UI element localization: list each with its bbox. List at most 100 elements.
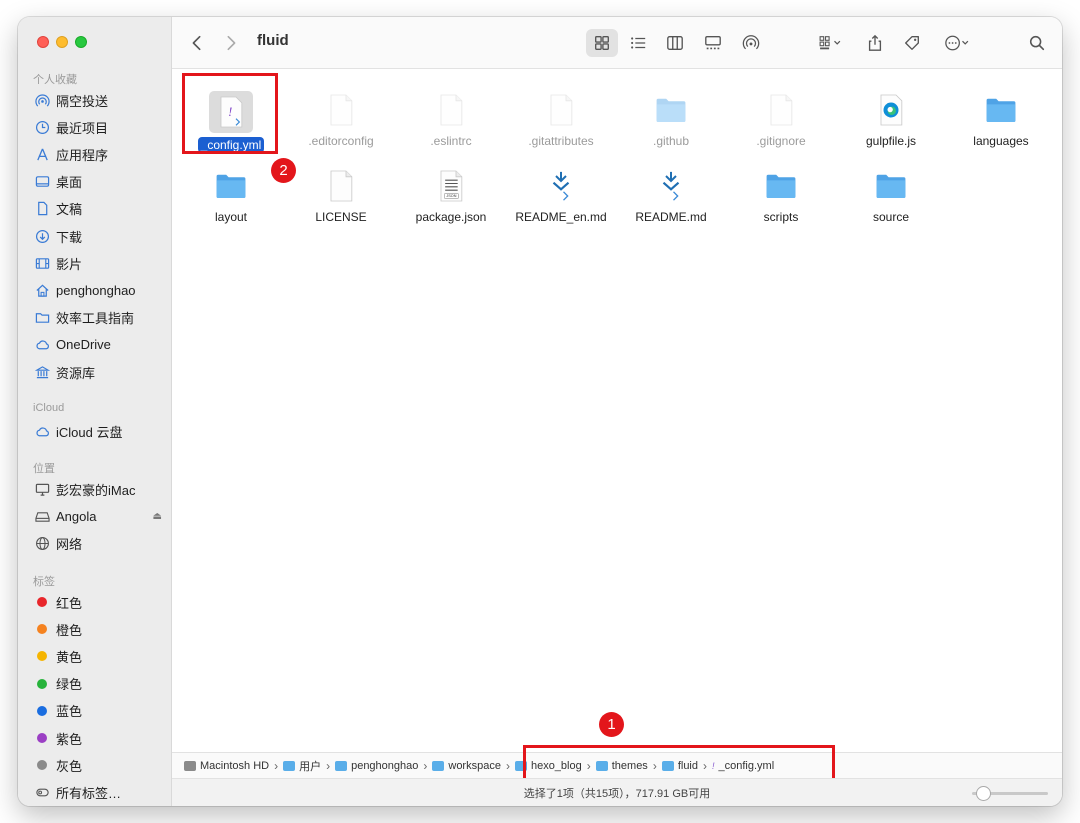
- folder-icon: [983, 91, 1019, 129]
- window-title: fluid: [257, 32, 289, 49]
- sidebar-item-tags-1[interactable]: 橙色: [34, 618, 164, 640]
- file-item[interactable]: layout: [176, 167, 286, 225]
- file-name: .gitattributes: [528, 134, 594, 148]
- file-item[interactable]: source: [836, 167, 946, 225]
- sidebar-item-tags-3[interactable]: 绿色: [34, 673, 164, 695]
- sidebar-item-favorites-3[interactable]: 桌面: [34, 171, 164, 193]
- path-crumb[interactable]: Macintosh HD: [184, 760, 269, 772]
- json-file-icon: JSON: [433, 167, 469, 205]
- sidebar-item-label: 红色: [56, 595, 83, 611]
- sidebar-item-tags-0[interactable]: 红色: [34, 591, 164, 613]
- file-item[interactable]: LICENSE: [286, 167, 396, 225]
- sidebar-item-locations-0[interactable]: 彭宏豪的iMac: [34, 478, 164, 500]
- back-button[interactable]: [186, 29, 208, 57]
- slider-knob[interactable]: [976, 786, 991, 801]
- sidebar-item-favorites-0[interactable]: 隔空投送: [34, 89, 164, 111]
- status-text: 选择了1项（共15项），717.91 GB可用: [523, 787, 711, 800]
- file-item[interactable]: README.md: [616, 167, 726, 225]
- sidebar-item-favorites-6[interactable]: 影片: [34, 252, 164, 274]
- download-icon: [34, 228, 50, 244]
- chevron-right-icon: [227, 35, 236, 51]
- applications-icon: [34, 146, 50, 162]
- file-icon-wrapper: [543, 167, 579, 205]
- sidebar-section-locations: 位置: [33, 463, 55, 475]
- md-file-icon: [653, 167, 689, 205]
- sidebar-item-favorites-5[interactable]: 下载: [34, 225, 164, 247]
- hard-drive-icon: [184, 760, 196, 771]
- sidebar-item-locations-1[interactable]: Angola ⏏: [34, 505, 164, 527]
- file-name: .gitignore: [756, 134, 806, 148]
- sidebar-item-favorites-2[interactable]: 应用程序: [34, 143, 164, 165]
- sidebar-item-favorites-8[interactable]: 效率工具指南: [34, 307, 164, 329]
- file-item[interactable]: languages: [946, 91, 1056, 149]
- sidebar-item-tags-7[interactable]: 所有标签…: [34, 781, 164, 803]
- file-item[interactable]: .eslintrc: [396, 91, 506, 149]
- file-item[interactable]: .editorconfig: [286, 91, 396, 149]
- tag-button[interactable]: [899, 29, 925, 57]
- folder-icon: [873, 167, 909, 205]
- sidebar-item-label: 橙色: [56, 622, 83, 638]
- airdrop-icon: [34, 92, 50, 108]
- list-view-button[interactable]: [623, 29, 653, 57]
- sidebar-item-label: 网络: [56, 536, 83, 552]
- zoom-button[interactable]: [75, 36, 87, 48]
- sidebar-item-favorites-9[interactable]: OneDrive: [34, 334, 164, 356]
- airdrop-button[interactable]: [736, 29, 766, 57]
- file-icon-wrapper: [323, 91, 359, 129]
- file-item[interactable]: .gitattributes: [506, 91, 616, 149]
- column-view-button[interactable]: [660, 29, 690, 57]
- tag-color-dot: [37, 651, 47, 662]
- more-actions-button[interactable]: [938, 29, 978, 57]
- path-crumb-label: 用户: [299, 760, 322, 773]
- sidebar-item-tags-6[interactable]: 灰色: [34, 754, 164, 776]
- file-name: gulpfile.js: [865, 134, 917, 148]
- doc-file-icon: [433, 91, 469, 129]
- sidebar-item-label: Angola: [56, 508, 97, 524]
- file-item[interactable]: JSON package.json: [396, 167, 506, 225]
- file-item[interactable]: README_en.md: [506, 167, 616, 225]
- file-name: .editorconfig: [308, 134, 374, 148]
- path-crumb-label: workspace: [448, 759, 501, 772]
- file-item[interactable]: .github: [616, 91, 726, 149]
- path-crumb[interactable]: 用户: [283, 758, 321, 774]
- file-icon-wrapper: [653, 91, 689, 129]
- file-item[interactable]: .gitignore: [726, 91, 836, 149]
- file-name: languages: [973, 134, 1029, 148]
- sidebar-item-favorites-4[interactable]: 文稿: [34, 198, 164, 220]
- tag-color-dot: [37, 705, 47, 716]
- search-button[interactable]: [1024, 29, 1050, 57]
- cloud-icon: [34, 423, 50, 439]
- file-item[interactable]: scripts: [726, 167, 836, 225]
- doc-file-icon: [763, 91, 799, 129]
- file-item[interactable]: gulpfile.js: [836, 91, 946, 149]
- file-icon-wrapper: [763, 91, 799, 129]
- doc-file-icon: [543, 91, 579, 129]
- file-grid: ! _config.yml .editorconfig .eslintrc .gitat…: [172, 69, 1062, 752]
- movies-icon: [34, 255, 50, 271]
- forward-button[interactable]: [220, 29, 242, 57]
- sidebar-item-tags-5[interactable]: 紫色: [34, 727, 164, 749]
- group-menu-button[interactable]: [808, 29, 852, 57]
- eject-icon[interactable]: ⏏: [153, 511, 162, 522]
- gallery-view-button[interactable]: [698, 29, 728, 57]
- sidebar-item-tags-2[interactable]: 黄色: [34, 645, 164, 667]
- file-name: layout: [214, 210, 248, 224]
- share-button[interactable]: [862, 29, 888, 57]
- path-crumb[interactable]: workspace: [432, 760, 501, 772]
- sidebar-item-favorites-1[interactable]: 最近项目: [34, 116, 164, 138]
- sidebar-item-locations-2[interactable]: 网络: [34, 532, 164, 554]
- close-button[interactable]: [37, 36, 49, 48]
- sidebar-item-favorites-10[interactable]: 资源库: [34, 361, 164, 383]
- minimize-button[interactable]: [56, 36, 68, 48]
- sidebar-item-icloud-0[interactable]: iCloud 云盘: [34, 420, 164, 442]
- path-crumb[interactable]: penghonghao: [335, 760, 418, 772]
- file-name: scripts: [763, 210, 799, 224]
- file-name: LICENSE: [315, 210, 367, 224]
- file-name: package.json: [415, 210, 487, 224]
- folder-icon: [335, 760, 348, 771]
- file-icon-wrapper: [873, 91, 909, 129]
- icon-size-slider[interactable]: [972, 786, 1048, 801]
- icon-view-button[interactable]: [586, 29, 618, 57]
- sidebar-item-tags-4[interactable]: 蓝色: [34, 700, 164, 722]
- sidebar-item-favorites-7[interactable]: penghonghao: [34, 279, 164, 301]
